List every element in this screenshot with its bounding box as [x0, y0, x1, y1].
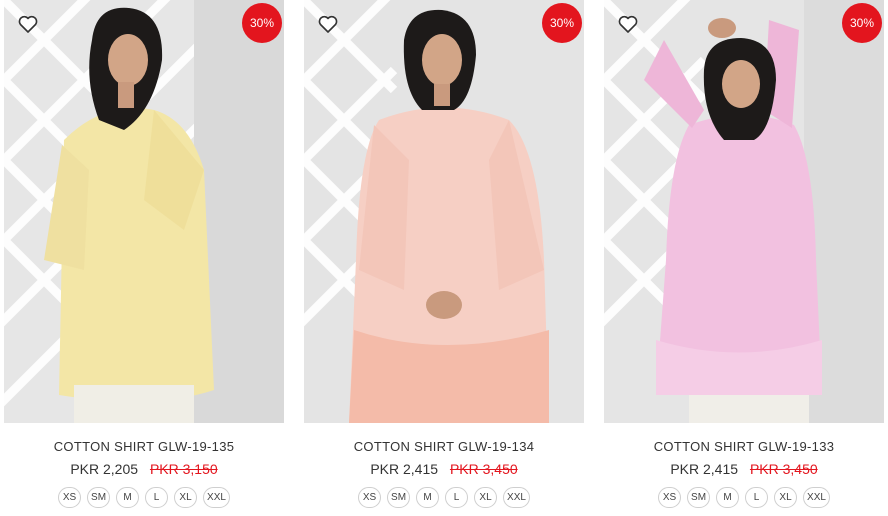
- original-price: PKR 3,150: [149, 461, 218, 477]
- size-option-m[interactable]: M: [716, 487, 740, 508]
- size-option-m[interactable]: M: [416, 487, 440, 508]
- product-card[interactable]: 30% COTTON SHIRT GLW-19-133 PKR 2,415 PK…: [604, 0, 884, 516]
- product-grid: 30% COTTON SHIRT GLW-19-135 PKR 2,205 PK…: [0, 0, 888, 516]
- size-option-l[interactable]: L: [145, 487, 169, 508]
- product-image[interactable]: 30%: [4, 0, 284, 423]
- heart-icon[interactable]: [616, 12, 640, 36]
- product-title[interactable]: COTTON SHIRT GLW-19-134: [304, 439, 584, 455]
- discount-badge: 30%: [542, 3, 582, 43]
- original-price: PKR 3,450: [749, 461, 818, 477]
- size-options: XS SM M L XL XXL: [304, 487, 584, 508]
- product-card[interactable]: 30% COTTON SHIRT GLW-19-134 PKR 2,415 PK…: [304, 0, 584, 516]
- product-title[interactable]: COTTON SHIRT GLW-19-135: [4, 439, 284, 455]
- size-option-sm[interactable]: SM: [687, 487, 711, 508]
- size-options: XS SM M L XL XXL: [604, 487, 884, 508]
- size-option-l[interactable]: L: [445, 487, 469, 508]
- size-option-sm[interactable]: SM: [87, 487, 111, 508]
- model-photo: [4, 0, 284, 423]
- size-option-xl[interactable]: XL: [174, 487, 198, 508]
- price-row: PKR 2,415 PKR 3,450: [604, 461, 884, 479]
- heart-icon[interactable]: [316, 12, 340, 36]
- original-price: PKR 3,450: [449, 461, 518, 477]
- price-row: PKR 2,205 PKR 3,150: [4, 461, 284, 479]
- model-photo: [304, 0, 584, 423]
- size-option-xs[interactable]: XS: [358, 487, 382, 508]
- size-option-xxl[interactable]: XXL: [203, 487, 230, 508]
- size-option-l[interactable]: L: [745, 487, 769, 508]
- sale-price: PKR 2,415: [670, 461, 739, 477]
- size-option-xl[interactable]: XL: [774, 487, 798, 508]
- size-option-sm[interactable]: SM: [387, 487, 411, 508]
- sale-price: PKR 2,205: [70, 461, 139, 477]
- product-card[interactable]: 30% COTTON SHIRT GLW-19-135 PKR 2,205 PK…: [4, 0, 284, 516]
- size-option-xxl[interactable]: XXL: [503, 487, 530, 508]
- heart-icon[interactable]: [16, 12, 40, 36]
- size-option-xs[interactable]: XS: [58, 487, 82, 508]
- size-option-xl[interactable]: XL: [474, 487, 498, 508]
- model-photo: [604, 0, 884, 423]
- size-option-xs[interactable]: XS: [658, 487, 682, 508]
- product-image[interactable]: 30%: [604, 0, 884, 423]
- size-option-m[interactable]: M: [116, 487, 140, 508]
- product-image[interactable]: 30%: [304, 0, 584, 423]
- size-option-xxl[interactable]: XXL: [803, 487, 830, 508]
- product-title[interactable]: COTTON SHIRT GLW-19-133: [604, 439, 884, 455]
- discount-badge: 30%: [842, 3, 882, 43]
- price-row: PKR 2,415 PKR 3,450: [304, 461, 584, 479]
- discount-badge: 30%: [242, 3, 282, 43]
- size-options: XS SM M L XL XXL: [4, 487, 284, 508]
- sale-price: PKR 2,415: [370, 461, 439, 477]
